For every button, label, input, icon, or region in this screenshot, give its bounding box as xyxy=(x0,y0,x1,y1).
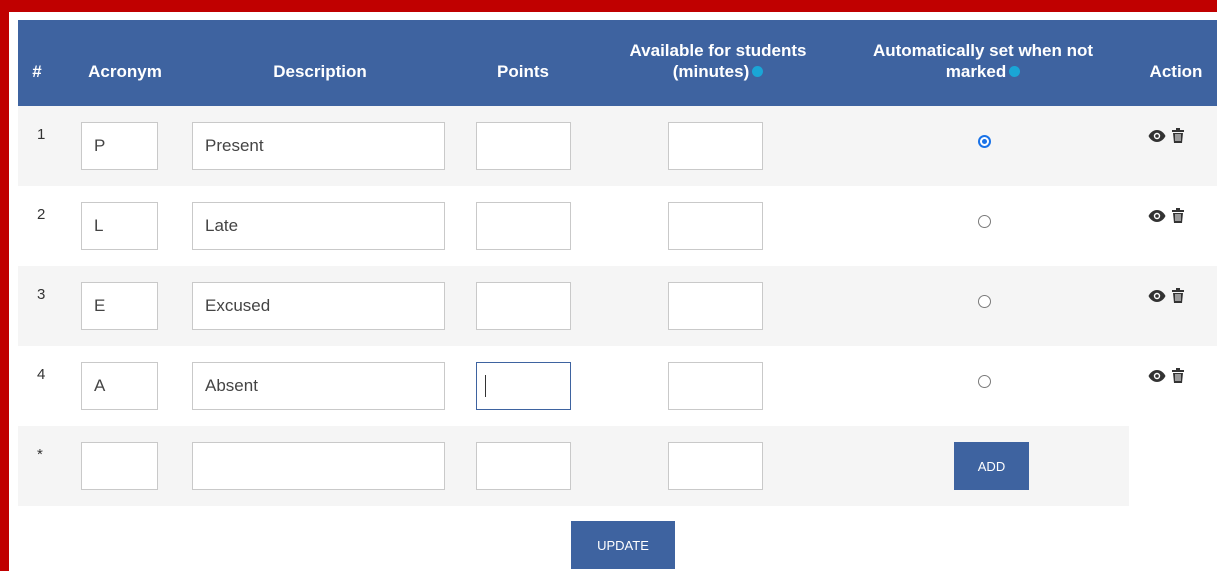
header-action: Action xyxy=(1149,62,1203,81)
auto-set-radio[interactable] xyxy=(978,135,991,148)
acronym-input[interactable] xyxy=(81,282,158,330)
description-input[interactable] xyxy=(192,122,445,170)
frame-left-border xyxy=(0,0,9,571)
add-button[interactable]: ADD xyxy=(954,442,1029,490)
available-minutes-input[interactable] xyxy=(668,202,763,250)
info-icon[interactable] xyxy=(752,66,764,78)
header-num: # xyxy=(32,62,42,81)
auto-set-radio[interactable] xyxy=(978,295,991,308)
table-row: 4 xyxy=(18,346,1217,426)
trash-icon[interactable] xyxy=(1172,368,1184,383)
row-number: 4 xyxy=(37,366,46,383)
available-minutes-input[interactable] xyxy=(668,282,763,330)
header-auto-line1: Automatically set when not xyxy=(872,41,1094,60)
row-number: 2 xyxy=(37,206,46,223)
eye-icon[interactable] xyxy=(1148,209,1166,223)
acronym-input[interactable] xyxy=(81,362,158,410)
update-button[interactable]: UPDATE xyxy=(571,521,675,569)
eye-icon[interactable] xyxy=(1148,289,1166,303)
trash-icon[interactable] xyxy=(1172,208,1184,223)
table-row: 1 xyxy=(18,106,1217,186)
header-available-line2: (minutes) xyxy=(672,62,750,81)
row-number: 3 xyxy=(37,286,46,303)
header-available: Available for students (minutes) xyxy=(608,20,828,106)
row-actions xyxy=(1148,128,1184,143)
acronym-input[interactable] xyxy=(81,202,158,250)
header-points: Points xyxy=(497,62,549,81)
points-input[interactable] xyxy=(476,282,571,330)
description-input[interactable] xyxy=(192,362,445,410)
table-row: 3 xyxy=(18,266,1217,346)
table-row: 2 xyxy=(18,186,1217,266)
acronym-input[interactable] xyxy=(81,122,158,170)
auto-set-radio[interactable] xyxy=(978,375,991,388)
row-actions xyxy=(1148,368,1184,383)
header-description: Description xyxy=(273,62,367,81)
points-input[interactable] xyxy=(476,362,571,410)
new-acronym-input[interactable] xyxy=(81,442,158,490)
header-acronym: Acronym xyxy=(88,62,162,81)
points-input[interactable] xyxy=(476,202,571,250)
info-icon[interactable] xyxy=(1009,66,1021,78)
header-auto-line2: marked xyxy=(945,62,1007,81)
description-input[interactable] xyxy=(192,202,445,250)
table-header: # Acronym Description Points Available f… xyxy=(18,20,1217,106)
new-row: * ADD xyxy=(18,426,1129,506)
new-description-input[interactable] xyxy=(192,442,445,490)
eye-icon[interactable] xyxy=(1148,129,1166,143)
eye-icon[interactable] xyxy=(1148,369,1166,383)
available-minutes-input[interactable] xyxy=(668,362,763,410)
auto-set-radio[interactable] xyxy=(978,215,991,228)
available-minutes-input[interactable] xyxy=(668,122,763,170)
text-cursor xyxy=(485,375,486,397)
header-auto-set: Automatically set when not marked xyxy=(858,20,1108,106)
trash-icon[interactable] xyxy=(1172,128,1184,143)
row-actions xyxy=(1148,288,1184,303)
new-available-minutes-input[interactable] xyxy=(668,442,763,490)
row-number: 1 xyxy=(37,126,46,143)
frame-top-border xyxy=(0,0,1217,12)
row-actions xyxy=(1148,208,1184,223)
description-input[interactable] xyxy=(192,282,445,330)
points-input[interactable] xyxy=(476,122,571,170)
trash-icon[interactable] xyxy=(1172,288,1184,303)
new-points-input[interactable] xyxy=(476,442,571,490)
row-number: * xyxy=(37,446,43,463)
header-available-line1: Available for students xyxy=(629,41,807,60)
